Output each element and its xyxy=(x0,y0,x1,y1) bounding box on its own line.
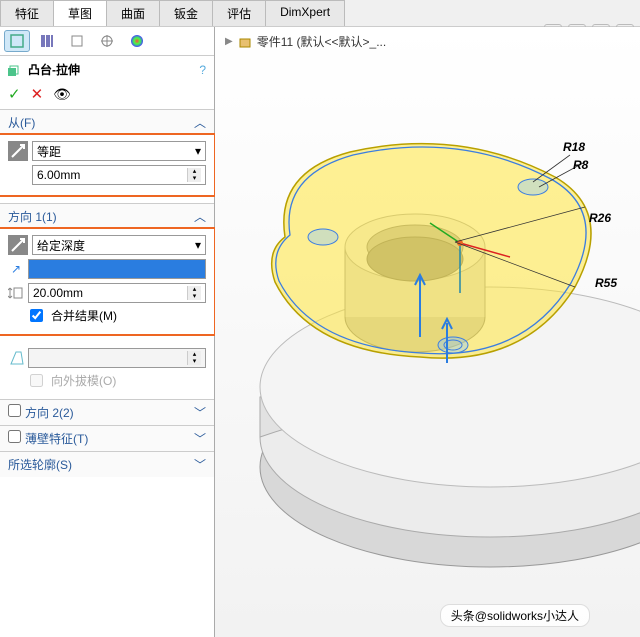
section-thin-title: 薄壁特征(T) xyxy=(25,432,88,446)
from-icon xyxy=(8,141,28,161)
section-from: 从(F) ︿ 等距 ▾ 6.00mm ▴▾ xyxy=(0,109,214,203)
section-from-title: 从(F) xyxy=(8,114,35,131)
main-tabs: 特征 草图 曲面 钣金 评估 DimXpert xyxy=(0,0,640,27)
tab-dimxpert[interactable]: DimXpert xyxy=(265,0,345,26)
watermark: 头条@solidworks小达人 xyxy=(440,604,590,627)
dim-r18: R18 xyxy=(563,140,585,154)
depth-value: 20.00mm xyxy=(33,286,83,300)
tab-sketch[interactable]: 草图 xyxy=(53,0,107,26)
panel-tabs xyxy=(0,27,214,56)
ptab-appearance[interactable] xyxy=(124,30,150,52)
model-svg: R18 R8 R26 R55 xyxy=(215,27,640,637)
dir1-combo-value: 给定深度 xyxy=(37,237,85,254)
draft-angle-input[interactable]: ▴▾ xyxy=(28,348,206,368)
ptab-config[interactable] xyxy=(64,30,90,52)
spin-down[interactable]: ▾ xyxy=(187,358,201,365)
section-contour-title: 所选轮廓(S) xyxy=(8,456,72,473)
from-combo[interactable]: 等距 ▾ xyxy=(32,141,206,161)
section-contour-header[interactable]: 所选轮廓(S) ︿ xyxy=(0,452,214,477)
expand-icon: ︿ xyxy=(194,404,206,421)
tab-feature[interactable]: 特征 xyxy=(0,0,54,26)
spin-up[interactable]: ▴ xyxy=(187,168,201,175)
expand-icon: ︿ xyxy=(194,430,206,447)
ok-button[interactable]: ✓ xyxy=(8,85,21,103)
merge-checkbox[interactable] xyxy=(30,309,43,322)
section-dir2-header[interactable]: 方向 2(2) ︿ xyxy=(0,400,214,425)
ptab-properties[interactable] xyxy=(34,30,60,52)
tab-evaluate[interactable]: 评估 xyxy=(212,0,266,26)
help-icon[interactable]: ? xyxy=(199,63,206,77)
extrude-icon xyxy=(6,62,22,78)
dim-r8: R8 xyxy=(573,158,589,172)
collapse-icon: ︿ xyxy=(194,208,206,225)
section-dir2-title: 方向 2(2) xyxy=(25,406,74,420)
thin-checkbox[interactable] xyxy=(8,430,21,443)
spin-up[interactable]: ▴ xyxy=(187,286,201,293)
cancel-button[interactable]: ✕ xyxy=(31,85,44,103)
dir2-checkbox[interactable] xyxy=(8,404,21,417)
ptab-feature-tree[interactable] xyxy=(4,30,30,52)
feature-title: 凸台-拉伸 xyxy=(28,61,80,78)
dropdown-icon: ▾ xyxy=(195,144,201,158)
action-row: ✓ ✕ 👁 xyxy=(0,83,214,109)
spin-up[interactable]: ▴ xyxy=(187,351,201,358)
preview-button[interactable]: 👁 xyxy=(53,86,71,103)
from-distance-value: 6.00mm xyxy=(37,168,80,182)
dropdown-icon: ▾ xyxy=(195,238,201,252)
ptab-4[interactable] xyxy=(94,30,120,52)
collapse-icon: ︿ xyxy=(194,114,206,131)
direction-arrow-icon[interactable]: ↗ xyxy=(8,261,24,277)
section-dir1-header[interactable]: 方向 1(1) ︿ xyxy=(0,204,214,229)
tab-sheetmetal[interactable]: 钣金 xyxy=(159,0,213,26)
from-distance-input[interactable]: 6.00mm ▴▾ xyxy=(32,165,206,185)
depth-input[interactable]: 20.00mm ▴▾ xyxy=(28,283,206,303)
draft-out-label: 向外拔模(O) xyxy=(51,372,116,389)
property-panel: 凸台-拉伸 ? ✓ ✕ 👁 从(F) ︿ 等距 ▾ xyxy=(0,27,215,637)
direction-selection[interactable] xyxy=(28,259,206,279)
draft-out-checkbox xyxy=(30,374,43,387)
graphics-viewport[interactable]: ▶ 零件11 (默认<<默认>_... xyxy=(215,27,640,637)
dim-r55: R55 xyxy=(595,276,617,290)
dir1-icon xyxy=(8,235,28,255)
feature-header: 凸台-拉伸 ? xyxy=(0,56,214,83)
draft-icon[interactable] xyxy=(8,350,24,366)
dim-r26: R26 xyxy=(589,211,611,225)
section-dir1: 方向 1(1) ︿ 给定深度 ▾ ↗ 20 xyxy=(0,203,214,399)
from-combo-value: 等距 xyxy=(37,143,61,160)
expand-icon: ︿ xyxy=(194,456,206,473)
depth-icon xyxy=(8,285,24,301)
tab-surface[interactable]: 曲面 xyxy=(106,0,160,26)
dir1-end-combo[interactable]: 给定深度 ▾ xyxy=(32,235,206,255)
section-thin-header[interactable]: 薄壁特征(T) ︿ xyxy=(0,426,214,451)
spin-down[interactable]: ▾ xyxy=(187,293,201,300)
spin-down[interactable]: ▾ xyxy=(187,175,201,182)
section-dir1-title: 方向 1(1) xyxy=(8,208,57,225)
section-from-header[interactable]: 从(F) ︿ xyxy=(0,110,214,135)
merge-label: 合并结果(M) xyxy=(51,307,117,324)
